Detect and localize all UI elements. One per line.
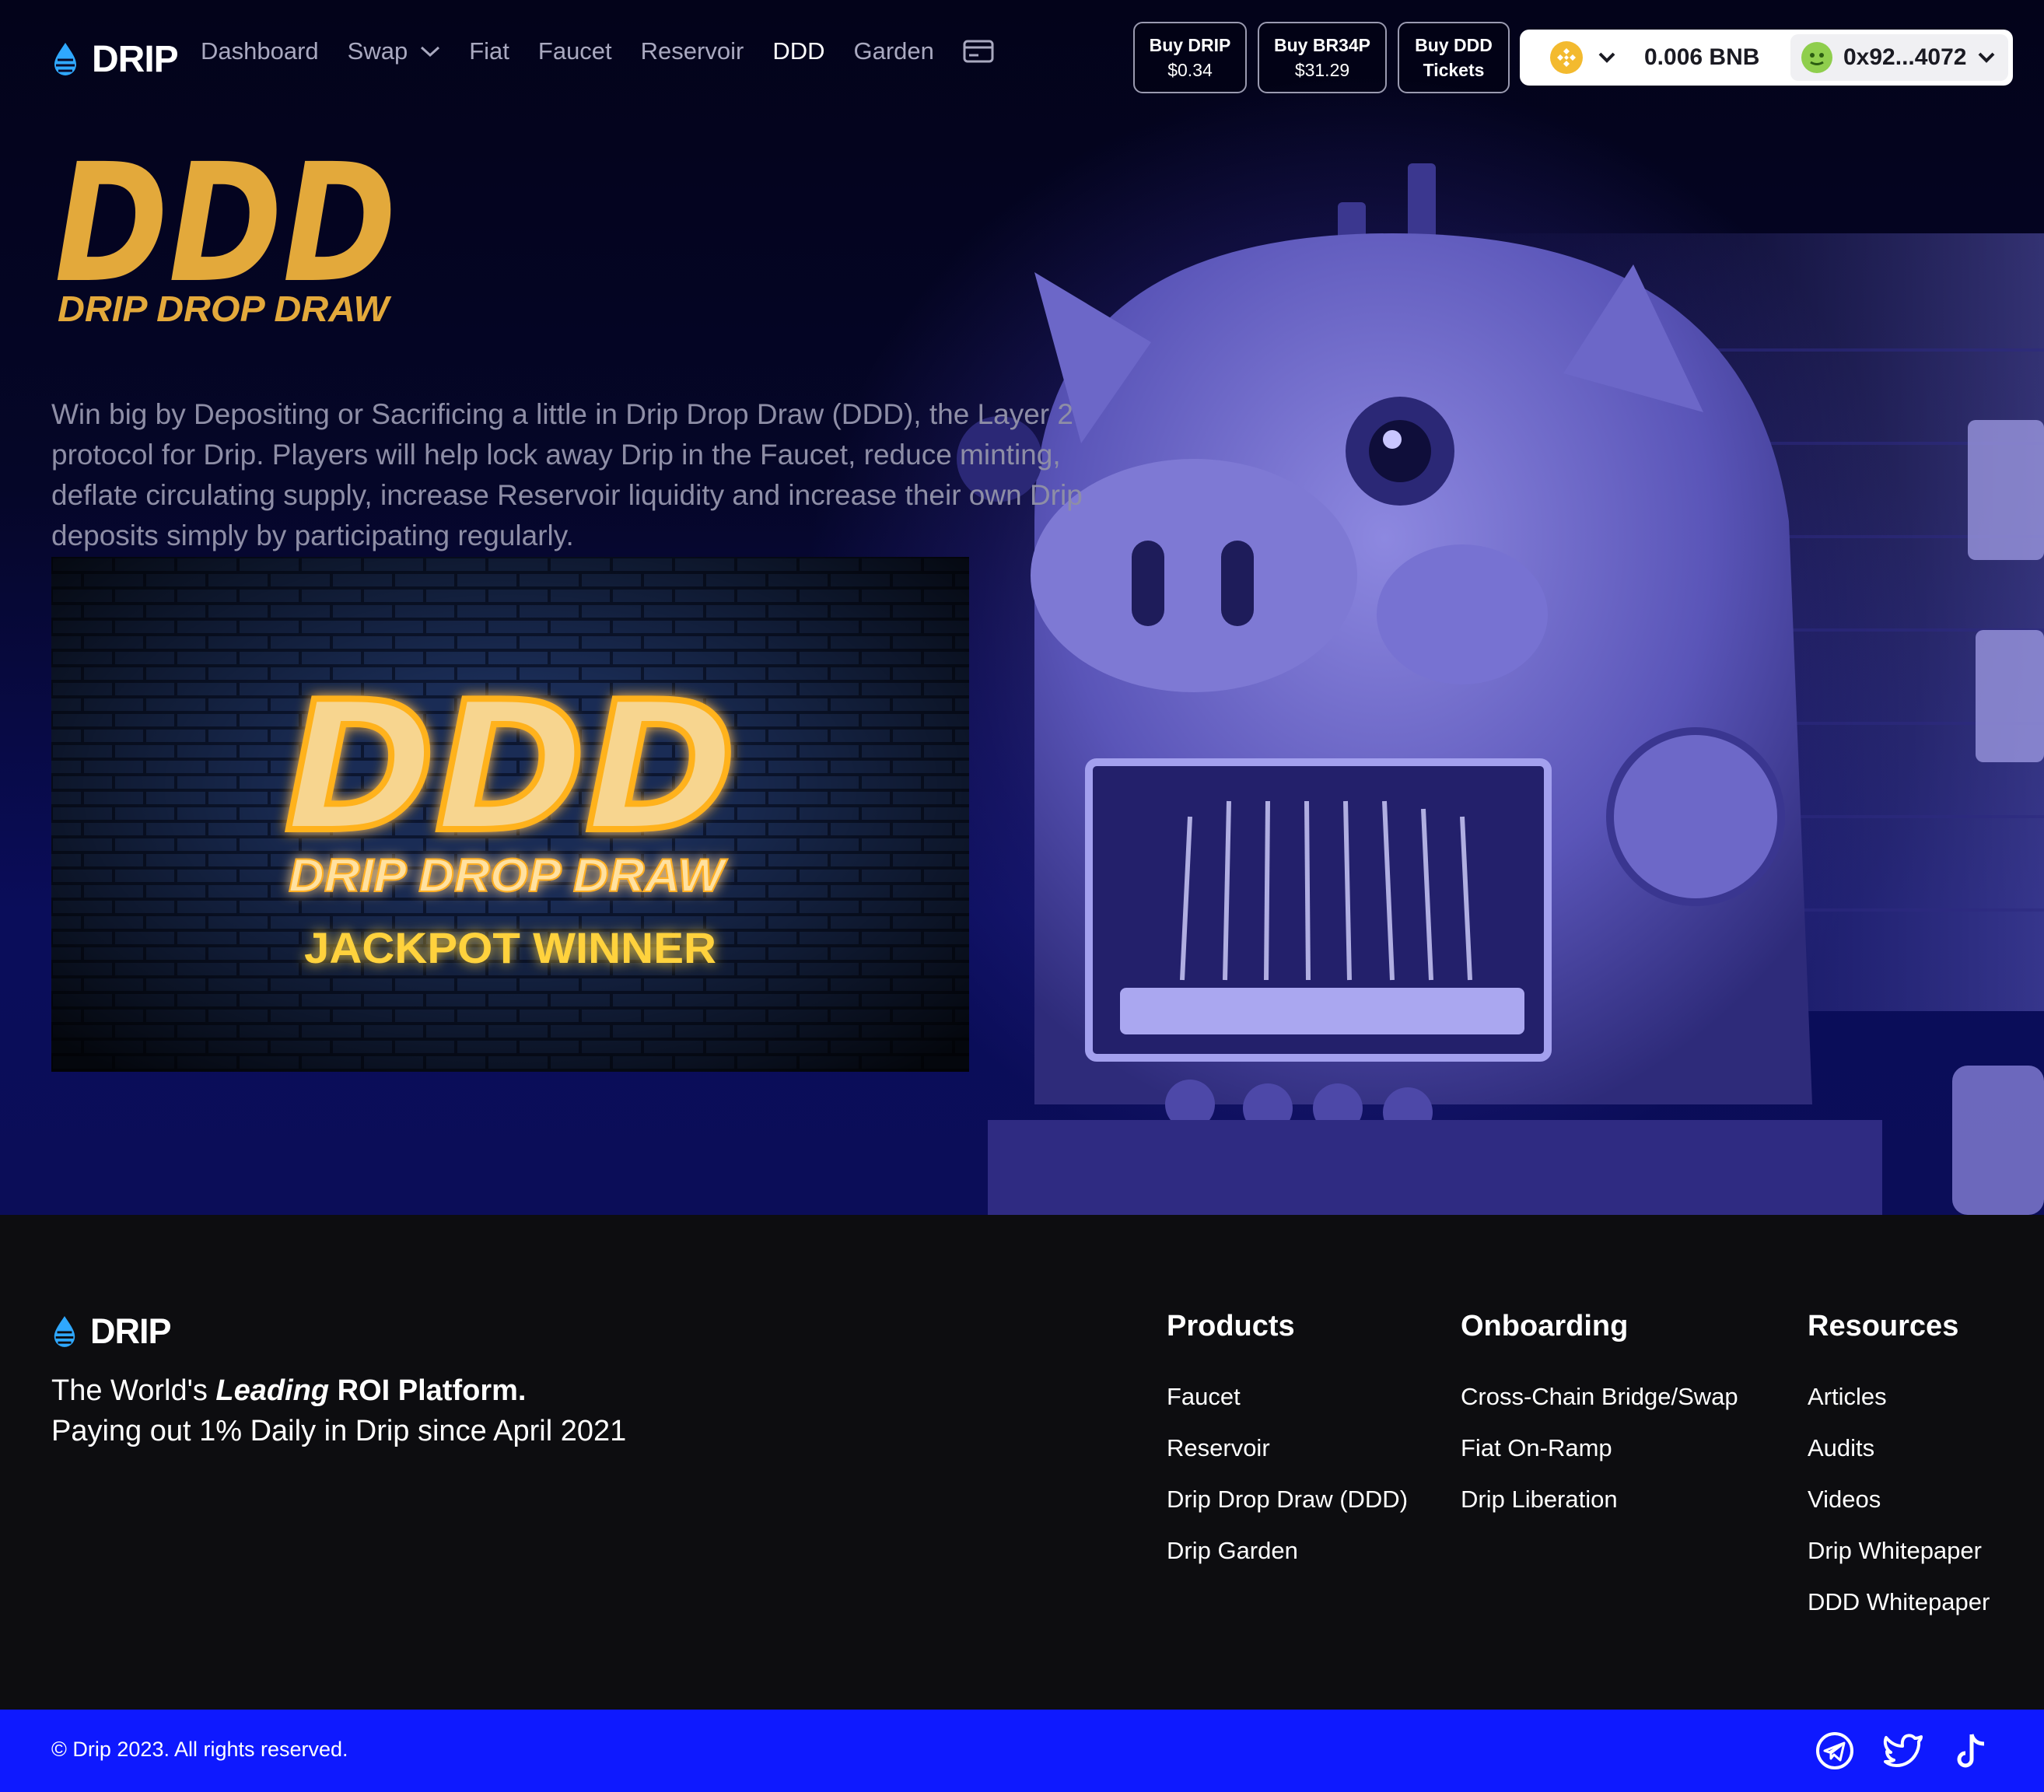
- nav-dashboard[interactable]: Dashboard: [201, 37, 319, 65]
- jackpot-banner-art: DDD DRIP DROP DRAW JACKPOT WINNER: [51, 557, 969, 1072]
- footer-link-videos[interactable]: Videos: [1808, 1474, 1990, 1525]
- footer-link-ddd-whitepaper[interactable]: DDD Whitepaper: [1808, 1577, 1990, 1628]
- hero-description: Win big by Depositing or Sacrificing a l…: [51, 398, 1083, 551]
- ddd-logo-subtitle: DRIP DROP DRAW: [58, 289, 392, 329]
- buy-br34p-button[interactable]: Buy BR34P $31.29: [1258, 22, 1387, 93]
- nav-garden-label: Garden: [853, 37, 934, 65]
- nav-dashboard-label: Dashboard: [201, 37, 319, 65]
- footer-link-ddd[interactable]: Drip Drop Draw (DDD): [1167, 1474, 1408, 1525]
- hero-section: DRIP Dashboard Swap Fiat Faucet Reservoi…: [0, 0, 2044, 1215]
- nav-swap[interactable]: Swap: [348, 37, 441, 65]
- buy-br34p-label: Buy BR34P: [1274, 35, 1370, 55]
- footer-link-garden[interactable]: Drip Garden: [1167, 1525, 1408, 1577]
- wallet-address-button[interactable]: 0x92...4072: [1790, 34, 2008, 81]
- social-links: [1814, 1730, 1993, 1772]
- copyright: © Drip 2023. All rights reserved.: [51, 1738, 348, 1761]
- chevron-down-icon: [1979, 52, 1995, 63]
- tagline-post: ROI Platform.: [329, 1374, 527, 1407]
- footer-logo[interactable]: DRIP: [51, 1311, 172, 1352]
- chevron-down-icon: [421, 46, 440, 58]
- nav-swap-label: Swap: [347, 37, 408, 65]
- footer-link-faucet[interactable]: Faucet: [1167, 1371, 1408, 1423]
- wallet-widget: 0.006 BNB 0x92...4072: [1629, 30, 2013, 86]
- piggy-machine-illustration: [957, 163, 2044, 1215]
- drip-drop-icon: [54, 1316, 75, 1347]
- telegram-icon[interactable]: [1814, 1730, 1856, 1772]
- footer-col-resources: Resources Articles Audits Videos Drip Wh…: [1808, 1310, 1990, 1628]
- nav-faucet-label: Faucet: [537, 37, 612, 65]
- tagline-emphasis: Leading: [215, 1374, 330, 1407]
- banner-ddd: DDD: [285, 664, 736, 872]
- footer-link-fiat-onramp[interactable]: Fiat On-Ramp: [1461, 1423, 1738, 1474]
- footer-link-reservoir[interactable]: Reservoir: [1167, 1423, 1408, 1474]
- nav-ddd[interactable]: DDD: [772, 37, 824, 65]
- footer-link-bridge[interactable]: Cross-Chain Bridge/Swap: [1461, 1371, 1738, 1423]
- footer-link-audits[interactable]: Audits: [1808, 1423, 1990, 1474]
- wallet-balance: 0.006 BNB: [1644, 44, 1760, 70]
- buy-ddd-tickets-button[interactable]: Buy DDD Tickets: [1398, 22, 1510, 93]
- nav-card[interactable]: [963, 39, 994, 64]
- avatar: [1801, 42, 1832, 73]
- nav-garden[interactable]: Garden: [854, 37, 934, 65]
- footer-col-products: Products Faucet Reservoir Drip Drop Draw…: [1167, 1310, 1408, 1577]
- drip-logo[interactable]: DRIP: [51, 31, 179, 87]
- buy-drip-button[interactable]: Buy DRIP $0.34: [1133, 22, 1247, 93]
- nav-ddd-label: DDD: [772, 37, 825, 65]
- nav-fiat[interactable]: Fiat: [469, 37, 509, 65]
- ddd-logo: DDD DRIP DROP DRAW: [54, 152, 397, 329]
- nav-fiat-label: Fiat: [469, 37, 509, 65]
- buy-drip-label: Buy DRIP: [1149, 35, 1231, 55]
- tagline-line2: Paying out 1% Daily in Drip since April …: [51, 1415, 627, 1447]
- footer-bottom-bar: © Drip 2023. All rights reserved.: [0, 1710, 2044, 1792]
- jackpot-winner-banner: DDD DRIP DROP DRAW JACKPOT WINNER: [51, 557, 969, 1072]
- footer-link-articles[interactable]: Articles: [1808, 1371, 1990, 1423]
- buy-ddd-label: Buy DDD: [1415, 35, 1493, 55]
- tagline-pre: The World's: [51, 1374, 216, 1407]
- footer-link-drip-whitepaper[interactable]: Drip Whitepaper: [1808, 1525, 1990, 1577]
- nav-faucet[interactable]: Faucet: [538, 37, 612, 65]
- footer-link-liberation[interactable]: Drip Liberation: [1461, 1474, 1738, 1525]
- br34p-price: $31.29: [1294, 60, 1350, 80]
- banner-subtitle: DRIP DROP DRAW: [289, 849, 728, 901]
- footer-col-title: Products: [1167, 1310, 1295, 1342]
- brand-name: DRIP: [92, 38, 179, 80]
- wallet-address: 0x92...4072: [1843, 44, 1967, 70]
- twitter-icon[interactable]: [1882, 1730, 1924, 1772]
- footer-col-title: Onboarding: [1461, 1310, 1629, 1342]
- drip-drop-icon: [54, 43, 76, 75]
- buy-ddd-tickets-label: Tickets: [1423, 60, 1485, 80]
- tiktok-icon[interactable]: [1951, 1730, 1993, 1772]
- bnb-chain-icon: [1550, 41, 1583, 74]
- banner-jackpot-winner: JACKPOT WINNER: [304, 923, 716, 972]
- drip-price: $0.34: [1167, 60, 1213, 80]
- footer-tagline: The World's Leading ROI Platform. Paying…: [51, 1370, 626, 1451]
- footer-brand-name: DRIP: [90, 1311, 172, 1351]
- footer-col-title: Resources: [1808, 1310, 1959, 1342]
- credit-card-icon: [963, 40, 994, 63]
- nav-reservoir[interactable]: Reservoir: [641, 37, 744, 65]
- top-nav: DRIP Dashboard Swap Fiat Faucet Reservoi…: [0, 0, 2044, 117]
- nav-reservoir-label: Reservoir: [640, 37, 744, 65]
- footer-col-onboarding: Onboarding Cross-Chain Bridge/Swap Fiat …: [1461, 1310, 1738, 1525]
- nav-links: Dashboard Swap Fiat Faucet Reservoir DDD…: [201, 37, 1023, 65]
- chevron-down-icon: [1598, 52, 1615, 63]
- network-selector[interactable]: [1520, 30, 1646, 86]
